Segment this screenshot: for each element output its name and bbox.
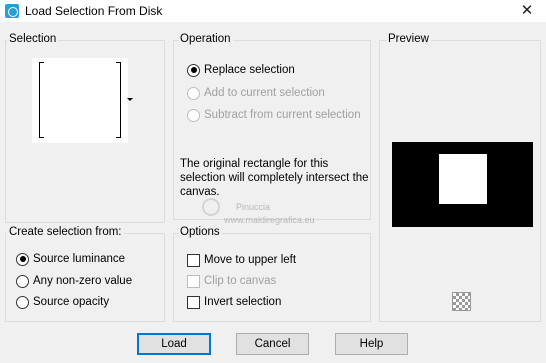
radio-button[interactable] xyxy=(187,108,200,122)
radio-label: Replace selection xyxy=(204,64,295,76)
preview-group-label: Preview xyxy=(386,33,431,45)
selection-bracket-left xyxy=(39,62,44,138)
radio-button[interactable] xyxy=(187,86,200,100)
operation-info-text: The original rectangle for this selectio… xyxy=(180,158,369,198)
radio-button[interactable] xyxy=(16,252,29,266)
radio-label: Source opacity xyxy=(33,296,110,308)
operation-group-label: Operation xyxy=(178,33,233,45)
checkbox-clip-to-canvas[interactable]: Clip to canvas xyxy=(187,273,276,289)
radio-label: Subtract from current selection xyxy=(204,109,361,121)
app-icon xyxy=(5,4,19,18)
checkbox-label: Move to upper left xyxy=(204,254,297,266)
title-bar: Load Selection From Disk ✕ xyxy=(0,0,546,22)
radio-label: Any non-zero value xyxy=(33,275,133,287)
radio-source-luminance[interactable]: Source luminance xyxy=(16,251,125,267)
checkbox-invert-selection[interactable]: Invert selection xyxy=(187,294,281,310)
selection-thumbnail[interactable] xyxy=(32,58,128,143)
radio-source-opacity[interactable]: Source opacity xyxy=(16,294,109,310)
preview-canvas xyxy=(392,142,533,227)
options-group-label: Options xyxy=(178,226,222,238)
radio-add-to-selection[interactable]: Add to current selection xyxy=(187,85,325,101)
radio-button[interactable] xyxy=(187,63,200,77)
checkbox-move-to-upper-left[interactable]: Move to upper left xyxy=(187,252,296,268)
load-button[interactable]: Load xyxy=(137,333,211,355)
radio-button[interactable] xyxy=(16,295,29,309)
window-title: Load Selection From Disk xyxy=(25,4,163,18)
radio-label: Source luminance xyxy=(33,253,126,265)
radio-replace-selection[interactable]: Replace selection xyxy=(187,62,295,78)
radio-label: Add to current selection xyxy=(204,87,325,99)
selection-bracket-right xyxy=(116,62,121,138)
checkbox[interactable] xyxy=(187,253,200,267)
close-icon[interactable]: ✕ xyxy=(516,1,538,21)
preview-selection-shape xyxy=(439,154,487,204)
chevron-down-icon[interactable] xyxy=(127,98,133,101)
transparency-checker-icon[interactable] xyxy=(452,292,471,311)
help-button[interactable]: Help xyxy=(335,333,408,355)
radio-button[interactable] xyxy=(16,274,29,288)
checkbox-label: Invert selection xyxy=(204,296,282,308)
radio-subtract-from-selection[interactable]: Subtract from current selection xyxy=(187,107,361,123)
create-from-group-label: Create selection from: xyxy=(7,226,124,238)
selection-group-label: Selection xyxy=(7,33,59,45)
checkbox-label: Clip to canvas xyxy=(204,275,277,287)
radio-any-non-zero[interactable]: Any non-zero value xyxy=(16,273,132,289)
cancel-button[interactable]: Cancel xyxy=(236,333,309,355)
checkbox[interactable] xyxy=(187,274,200,288)
checkbox[interactable] xyxy=(187,295,200,309)
